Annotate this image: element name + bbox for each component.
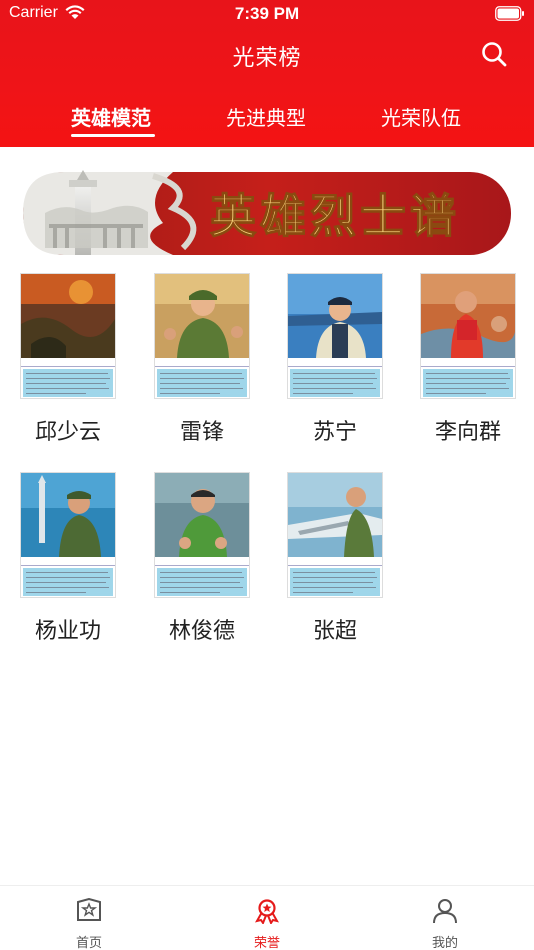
hero-card[interactable]: 张超 <box>287 472 383 644</box>
tabbar-item-profile[interactable]: 我的 <box>405 898 485 950</box>
hero-card[interactable]: 杨业功 <box>20 472 116 644</box>
hero-card[interactable]: 林俊德 <box>154 472 250 644</box>
tabbar-label: 首页 <box>75 936 102 950</box>
hero-poster <box>20 273 116 399</box>
banner-graphic: 英雄烈士谱 <box>23 170 511 255</box>
hero-portrait <box>155 274 249 358</box>
hero-portrait <box>21 473 115 557</box>
hero-name: 张超 <box>312 619 357 644</box>
hero-portrait <box>421 274 515 358</box>
tabbar-item-honor[interactable]: 荣誉 <box>227 898 307 950</box>
hero-poster <box>154 273 250 399</box>
hero-name: 杨业功 <box>34 619 101 644</box>
hero-name: 林俊德 <box>168 619 235 644</box>
hero-poster <box>287 472 383 598</box>
tab-glory-teams[interactable]: 光荣队伍 <box>381 102 461 131</box>
active-tab-indicator <box>71 134 155 137</box>
page-title: 光荣榜 <box>232 46 302 71</box>
hero-name: 苏宁 <box>312 420 357 445</box>
tabbar-item-home[interactable]: 首页 <box>49 898 129 950</box>
home-icon <box>77 898 101 921</box>
hero-card[interactable]: 李向群 <box>420 273 516 445</box>
hero-name: 雷锋 <box>179 420 224 445</box>
tab-advanced-models[interactable]: 先进典型 <box>226 102 306 131</box>
tab-heroes[interactable]: 英雄模范 <box>71 102 151 131</box>
hero-poster <box>287 273 383 399</box>
honor-icon <box>254 899 280 924</box>
search-icon[interactable] <box>481 41 507 67</box>
bottom-tab-bar: 首页 荣誉 我的 <box>0 885 534 950</box>
header: Carrier 7:39 PM 光荣榜 英雄模范 先进典型 光荣队伍 <box>0 0 534 147</box>
hero-name: 李向群 <box>434 420 501 445</box>
hero-poster <box>154 472 250 598</box>
status-time: 7:39 PM <box>234 4 300 23</box>
tabbar-label: 我的 <box>431 936 458 950</box>
banner-title: 英雄烈士谱 <box>210 189 460 243</box>
profile-icon <box>433 899 457 924</box>
hero-portrait <box>155 473 249 557</box>
hero-poster <box>20 472 116 598</box>
hero-card[interactable]: 苏宁 <box>287 273 383 445</box>
hero-portrait <box>288 473 382 557</box>
heroes-banner[interactable]: 英雄烈士谱 <box>23 168 511 259</box>
battery-icon <box>495 6 524 21</box>
hero-card[interactable]: 邱少云 <box>20 273 116 445</box>
hero-portrait <box>21 274 115 358</box>
hero-name: 邱少云 <box>34 420 101 445</box>
status-bar: Carrier 7:39 PM <box>0 0 534 28</box>
category-tabs: 英雄模范 先进典型 光荣队伍 <box>0 98 534 147</box>
hero-card[interactable]: 雷锋 <box>154 273 250 445</box>
tabbar-label: 荣誉 <box>253 936 280 950</box>
hero-portrait <box>288 274 382 358</box>
hero-poster <box>420 273 516 399</box>
